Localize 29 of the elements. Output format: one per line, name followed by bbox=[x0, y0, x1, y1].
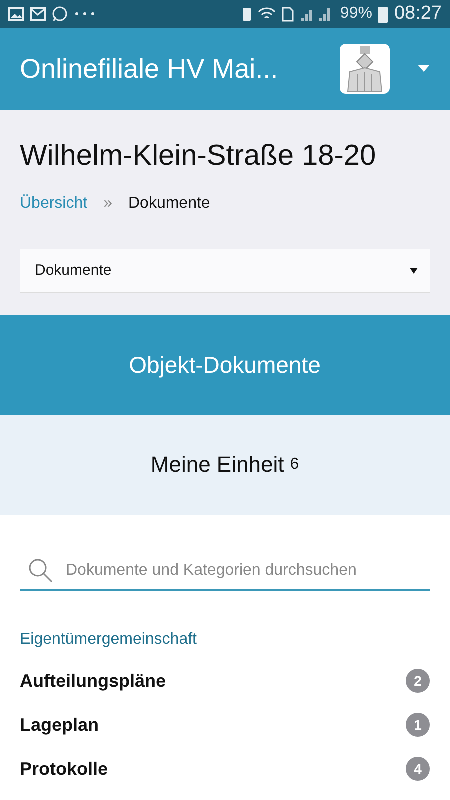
category-item[interactable]: Protokolle bbox=[20, 758, 108, 780]
battery-icon bbox=[378, 6, 388, 22]
gallery-icon bbox=[8, 7, 24, 21]
category-heading: Eigentümergemeinschaft bbox=[20, 631, 198, 649]
battery-level: 99% bbox=[340, 5, 372, 23]
dropdown-arrow-icon bbox=[410, 268, 418, 274]
breadcrumb-current: Dokumente bbox=[128, 195, 210, 213]
breadcrumb-separator: » bbox=[104, 195, 112, 213]
app-title: Onlinefiliale HV Mai... bbox=[20, 54, 280, 84]
category-item[interactable]: Aufteilungspläne bbox=[20, 670, 166, 692]
banner-title: Objekt-Dokumente bbox=[129, 352, 321, 378]
dropdown-caret-icon bbox=[418, 65, 430, 73]
search-icon bbox=[28, 558, 54, 584]
count-badge: 1 bbox=[406, 713, 430, 737]
clock: 08:27 bbox=[394, 3, 442, 25]
page-title: Wilhelm-Klein-Straße 18-20 bbox=[20, 140, 378, 173]
more-icon bbox=[74, 11, 96, 17]
category-item[interactable]: Lageplan bbox=[20, 714, 100, 736]
chat-icon bbox=[52, 6, 68, 22]
wifi-icon bbox=[258, 7, 276, 21]
sim-icon bbox=[282, 6, 294, 22]
mail-icon bbox=[30, 7, 46, 21]
count-badge: 2 bbox=[406, 669, 430, 693]
search-field[interactable]: Dokumente und Kategorien durchsuchen bbox=[64, 561, 430, 581]
logo-icon bbox=[340, 44, 390, 94]
unit-count: 6 bbox=[290, 456, 300, 474]
document-select[interactable]: Dokumente bbox=[20, 249, 430, 293]
unit-label: Meine Einheit bbox=[150, 452, 284, 478]
count-badge: 4 bbox=[406, 757, 430, 781]
